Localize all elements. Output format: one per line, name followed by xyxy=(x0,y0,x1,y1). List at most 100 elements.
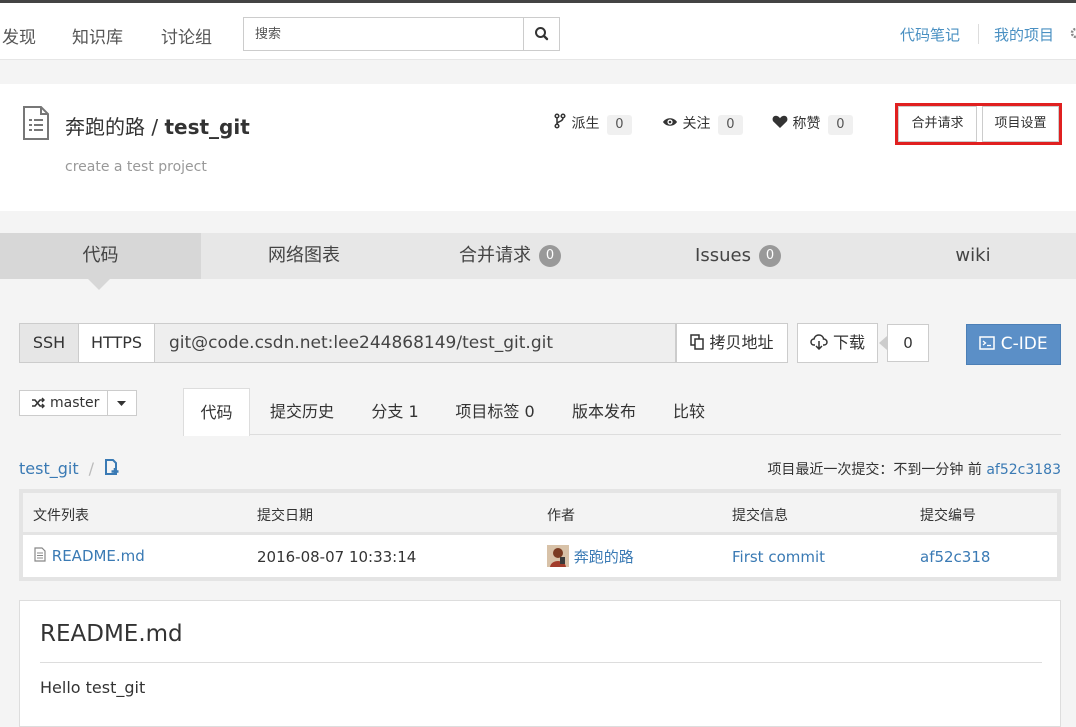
repo-separator: / xyxy=(145,115,165,139)
new-file-icon[interactable] xyxy=(103,459,121,476)
readme-divider xyxy=(40,662,1042,663)
fork-stat[interactable]: 派生 0 xyxy=(553,113,632,135)
like-label: 称赞 xyxy=(792,116,821,132)
project-header: 奔跑的路 / test_git create a test project 派生… xyxy=(0,84,1076,211)
code-notes-link[interactable]: 代码笔记 xyxy=(900,24,960,45)
main-tabbar: 代码 网络图表 合并请求 0 Issues 0 wiki xyxy=(0,233,1076,279)
copy-address-button[interactable]: 拷贝地址 xyxy=(676,323,788,363)
cide-label: C-IDE xyxy=(1000,334,1048,354)
download-button[interactable]: 下载 xyxy=(797,323,878,363)
repo-owner[interactable]: 奔跑的路 xyxy=(65,115,145,139)
file-table: 文件列表 提交日期 作者 提交信息 提交编号 README.md 2016-08… xyxy=(19,489,1061,581)
breadcrumb-separator: / xyxy=(88,459,94,478)
subtab-releases[interactable]: 版本发布 xyxy=(564,388,644,435)
eye-icon xyxy=(663,118,677,126)
file-icon xyxy=(34,547,46,562)
tab-code-label: 代码 xyxy=(82,245,119,266)
subtab-code[interactable]: 代码 xyxy=(183,388,250,436)
search-button[interactable] xyxy=(523,18,559,50)
repo-description: create a test project xyxy=(65,159,207,175)
tab-issues[interactable]: Issues 0 xyxy=(613,233,863,279)
readme-panel: README.md Hello test_git xyxy=(19,600,1061,727)
file-cell: README.md xyxy=(33,547,145,565)
commit-hash-link[interactable]: af52c318 xyxy=(920,548,990,566)
readme-title: README.md xyxy=(40,621,183,647)
fork-label: 派生 xyxy=(571,116,600,132)
active-tab-pointer xyxy=(88,279,110,290)
last-commit-hash[interactable]: af52c3183 xyxy=(986,462,1061,478)
subtab-commit-history[interactable]: 提交历史 xyxy=(262,388,342,435)
copy-icon xyxy=(690,334,705,350)
subtab-tags[interactable]: 项目标签 0 xyxy=(449,388,541,435)
tab-network-label: 网络图表 xyxy=(268,245,340,266)
file-link[interactable]: README.md xyxy=(52,547,145,565)
like-count: 0 xyxy=(827,115,853,135)
repo-icon xyxy=(23,106,49,140)
branch-selector[interactable]: master xyxy=(19,390,137,416)
file-table-header: 文件列表 提交日期 作者 提交信息 提交编号 xyxy=(23,493,1057,535)
tab-code[interactable]: 代码 xyxy=(0,233,201,279)
author-cell: 奔跑的路 xyxy=(547,545,634,567)
chevron-down-icon[interactable] xyxy=(117,401,126,406)
subtab-branches[interactable]: 分支 1 xyxy=(360,388,430,435)
col-commit-message: 提交信息 xyxy=(732,508,788,524)
author-link[interactable]: 奔跑的路 xyxy=(574,548,634,566)
my-projects-link[interactable]: 我的项目 xyxy=(994,24,1054,45)
repo-title: 奔跑的路 / test_git xyxy=(65,111,250,140)
https-button[interactable]: HTTPS xyxy=(78,323,155,363)
tab-merge-label: 合并请求 xyxy=(459,245,531,266)
like-stat[interactable]: 称赞 0 xyxy=(772,113,853,135)
copy-address-label: 拷贝地址 xyxy=(709,333,774,352)
project-settings-button[interactable]: 项目设置 xyxy=(982,106,1059,142)
fork-count: 0 xyxy=(606,115,632,135)
fork-icon xyxy=(554,113,566,129)
branch-name: master xyxy=(50,395,100,411)
tab-network-graph[interactable]: 网络图表 xyxy=(201,233,407,279)
top-navbar: 发现 知识库 讨论组 代码笔记 我的项目 xyxy=(0,0,1076,60)
cloud-download-icon xyxy=(810,334,828,351)
ssh-button[interactable]: SSH xyxy=(19,323,79,363)
tab-wiki-label: wiki xyxy=(955,245,991,266)
count-arrow xyxy=(879,336,887,350)
search-icon xyxy=(535,27,549,41)
merge-count-badge: 0 xyxy=(539,245,561,267)
tab-wiki[interactable]: wiki xyxy=(863,233,1076,279)
code-subtabs: 代码 提交历史 分支 1 项目标签 0 版本发布 比较 xyxy=(183,388,1061,436)
search-box xyxy=(243,17,560,51)
search-input[interactable] xyxy=(244,18,524,50)
terminal-icon xyxy=(979,336,996,350)
divider xyxy=(978,24,979,44)
breadcrumb-repo[interactable]: test_git xyxy=(19,459,79,478)
watch-stat[interactable]: 关注 0 xyxy=(662,113,743,135)
tab-merge-requests[interactable]: 合并请求 0 xyxy=(407,233,613,279)
col-author: 作者 xyxy=(547,508,575,524)
watch-count: 0 xyxy=(717,115,743,135)
nav-discussion-group[interactable]: 讨论组 xyxy=(161,23,212,48)
clone-url-field[interactable]: git@code.csdn.net:lee244868149/test_git.… xyxy=(154,323,676,363)
repo-name[interactable]: test_git xyxy=(164,115,249,139)
branch-divider xyxy=(107,391,108,415)
avatar[interactable] xyxy=(547,545,569,567)
commit-date: 2016-08-07 10:33:14 xyxy=(257,548,417,566)
last-commit-text: 项目最近一次提交：不到一分钟 前 xyxy=(767,462,982,478)
subtab-compare[interactable]: 比较 xyxy=(664,388,714,435)
readme-content: Hello test_git xyxy=(40,678,146,697)
issues-count-badge: 0 xyxy=(758,245,781,267)
last-commit-info: 项目最近一次提交：不到一分钟 前 af52c3183 xyxy=(767,459,1061,479)
merge-request-button[interactable]: 合并请求 xyxy=(898,106,977,142)
nav-knowledge-base[interactable]: 知识库 xyxy=(72,23,123,48)
download-count: 0 xyxy=(887,324,929,362)
download-label: 下载 xyxy=(833,333,866,352)
col-commit-id: 提交编号 xyxy=(920,508,976,524)
watch-label: 关注 xyxy=(682,116,711,132)
shuffle-icon xyxy=(32,397,45,409)
heart-icon xyxy=(772,115,788,128)
gear-icon[interactable] xyxy=(1068,26,1076,40)
nav-discover[interactable]: 发现 xyxy=(2,23,36,48)
col-commit-date: 提交日期 xyxy=(257,508,313,524)
commit-message-link[interactable]: First commit xyxy=(732,548,825,566)
tab-issues-label: Issues xyxy=(695,245,751,266)
col-file-list: 文件列表 xyxy=(33,508,89,524)
breadcrumb: test_git / xyxy=(19,459,121,478)
cide-button[interactable]: C-IDE xyxy=(966,324,1061,365)
